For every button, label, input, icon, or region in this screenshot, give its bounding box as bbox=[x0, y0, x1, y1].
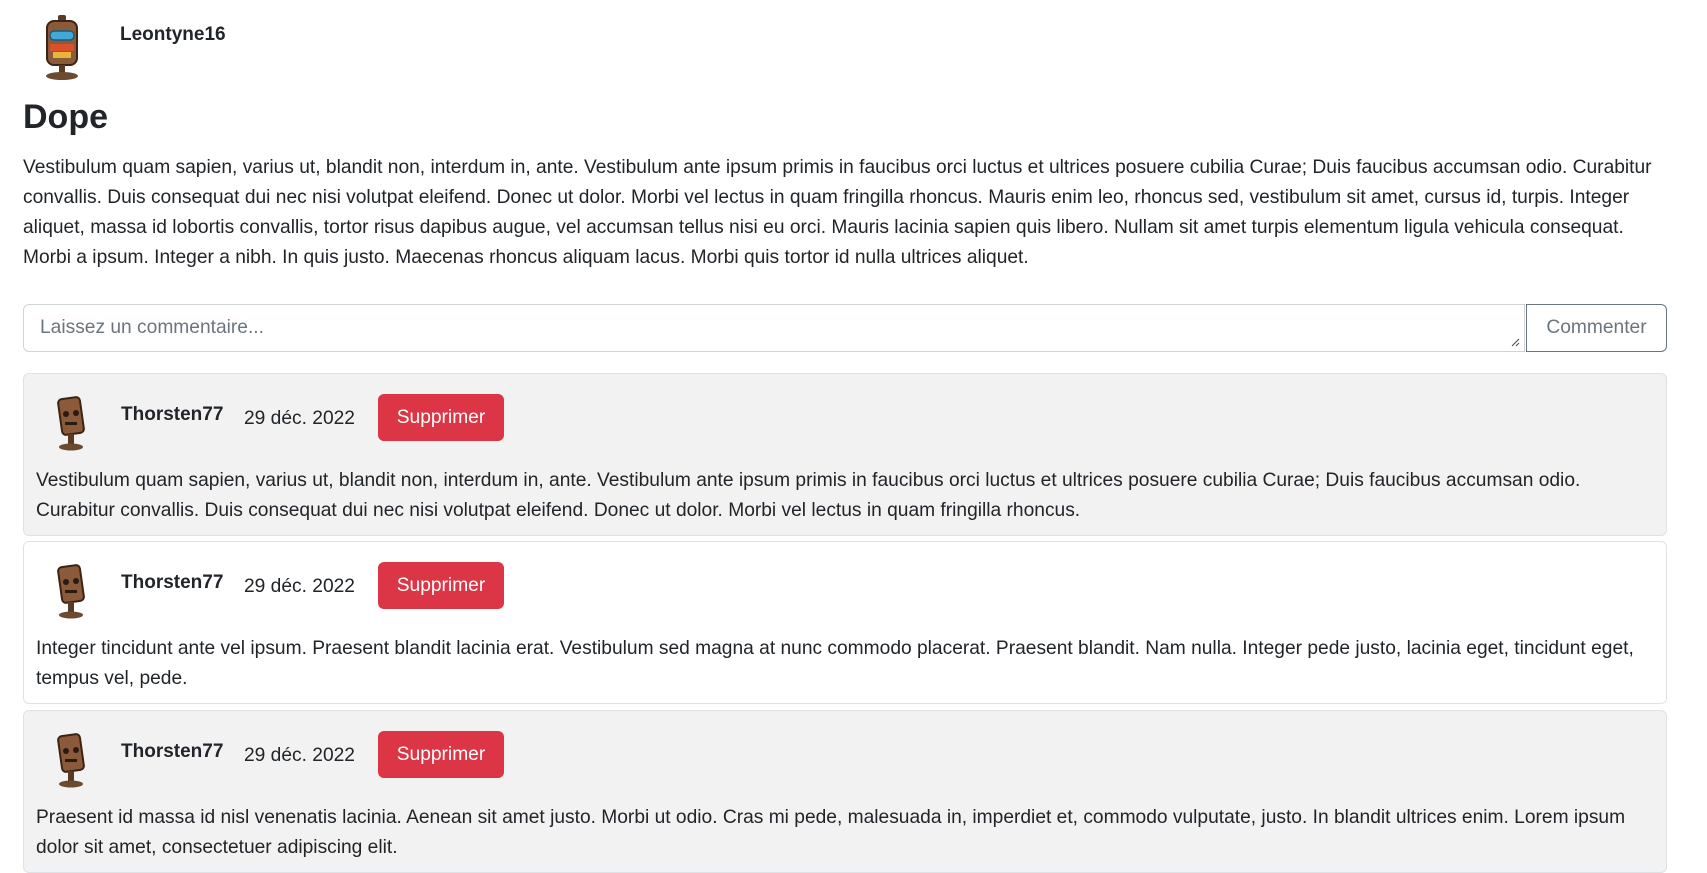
comment-card: Thorsten77 29 déc. 2022 Supprimer Intege… bbox=[23, 541, 1667, 704]
comment-username[interactable]: Thorsten77 bbox=[121, 741, 223, 763]
post-author-name[interactable]: Leontyne16 bbox=[120, 24, 226, 46]
comment-input[interactable]: Laissez un commentaire... bbox=[23, 304, 1525, 352]
delete-comment-button[interactable]: Supprimer bbox=[378, 562, 504, 609]
comment-username[interactable]: Thorsten77 bbox=[121, 572, 223, 594]
robot-avatar-icon bbox=[57, 733, 85, 788]
robot-avatar-icon bbox=[57, 564, 85, 619]
comment-text: Praesent id massa id nisl venenatis laci… bbox=[36, 807, 1626, 858]
post-title: Dope bbox=[23, 98, 108, 136]
comment-form: Laissez un commentaire... Commenter bbox=[23, 304, 1667, 352]
post-author: Leontyne16 bbox=[36, 14, 226, 82]
post-page: Leontyne16 Dope Vestibulum quam sapien, … bbox=[0, 0, 1707, 873]
comment-text: Integer tincidunt ante vel ipsum. Praese… bbox=[36, 638, 1634, 689]
comment-submit-button[interactable]: Commenter bbox=[1526, 304, 1667, 352]
comment-date: 29 déc. 2022 bbox=[244, 745, 355, 766]
resize-grip-icon[interactable] bbox=[1510, 337, 1520, 347]
comment-text: Vestibulum quam sapien, varius ut, bland… bbox=[36, 470, 1581, 521]
robot-avatar-icon bbox=[57, 396, 85, 451]
comment-card: Thorsten77 29 déc. 2022 Supprimer Vestib… bbox=[23, 373, 1667, 536]
comment-card: Thorsten77 29 déc. 2022 Supprimer Praese… bbox=[23, 710, 1667, 873]
delete-comment-button[interactable]: Supprimer bbox=[378, 731, 504, 778]
delete-comment-button[interactable]: Supprimer bbox=[378, 394, 504, 441]
comment-input-placeholder: Laissez un commentaire... bbox=[40, 317, 264, 338]
comment-date: 29 déc. 2022 bbox=[244, 408, 355, 429]
post-body: Vestibulum quam sapien, varius ut, bland… bbox=[23, 157, 1652, 268]
comment-date: 29 déc. 2022 bbox=[244, 576, 355, 597]
robot-avatar-icon bbox=[46, 15, 78, 80]
comment-username[interactable]: Thorsten77 bbox=[121, 404, 223, 426]
